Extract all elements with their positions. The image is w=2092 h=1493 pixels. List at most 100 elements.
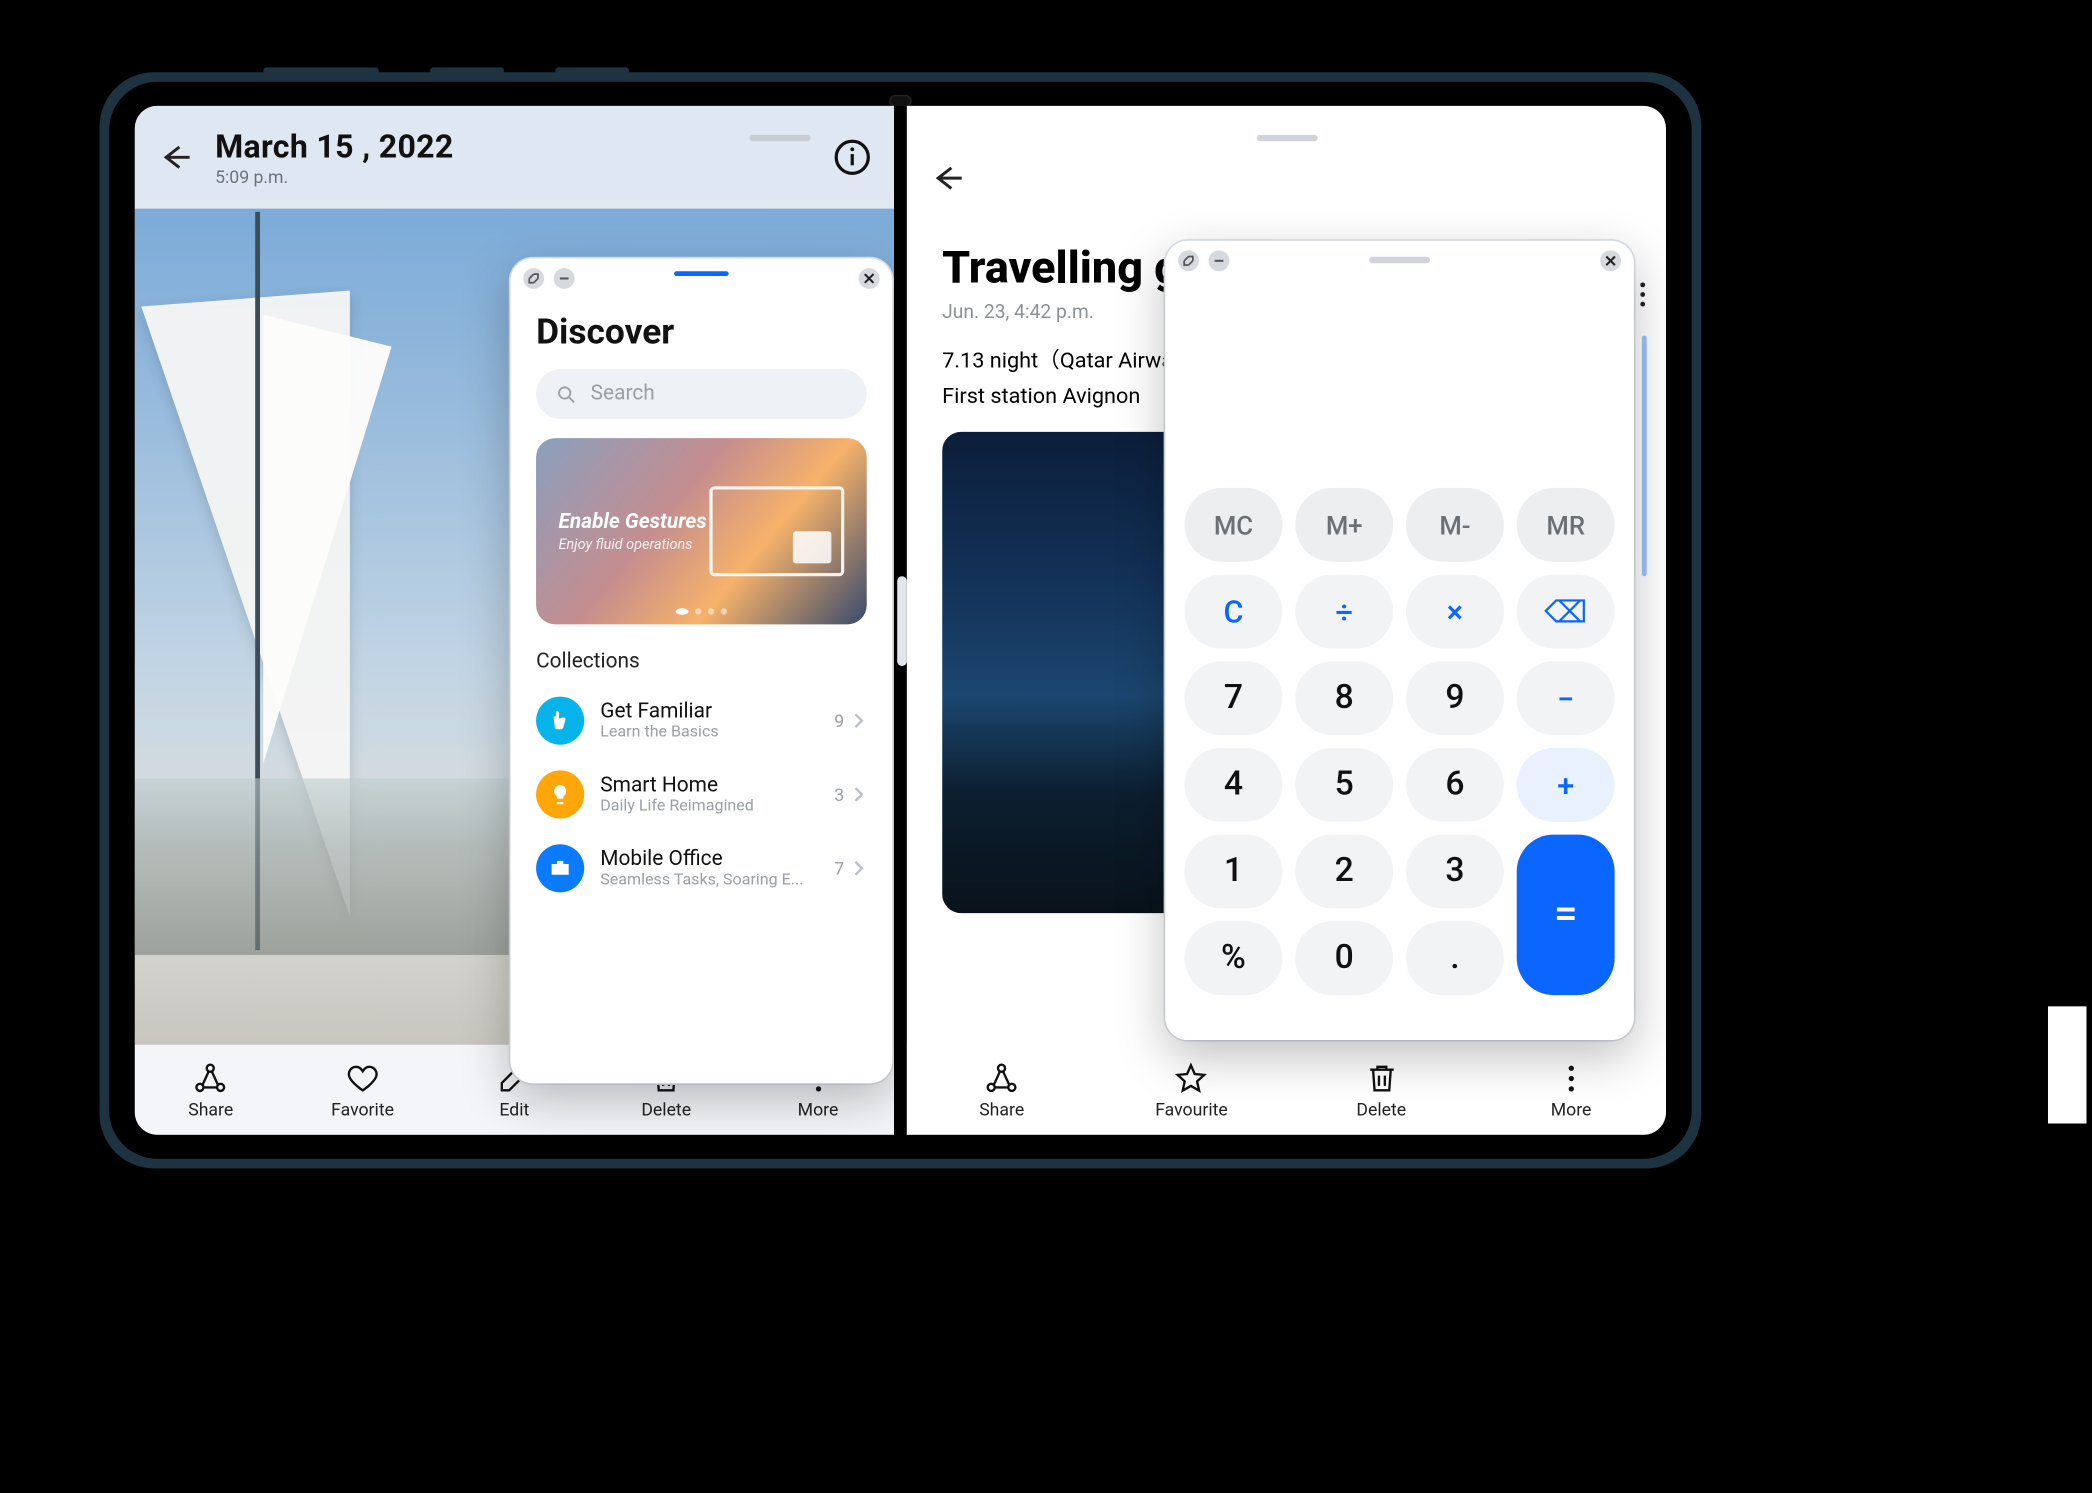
maximize-icon[interactable] (1178, 250, 1199, 271)
coll-subtitle: Learn the Basics (600, 724, 834, 742)
chevron-right-icon (851, 713, 867, 729)
key-clear[interactable]: C (1184, 575, 1282, 649)
trash-icon (1364, 1060, 1399, 1095)
key-5[interactable]: 5 (1295, 748, 1393, 822)
favourite-button[interactable]: Favourite (1097, 1045, 1287, 1135)
star-icon (1174, 1060, 1209, 1095)
key-mc[interactable]: MC (1184, 488, 1282, 562)
gallery-time: 5:09 p.m. (215, 167, 717, 188)
collections-label: Collections (536, 650, 867, 674)
calculator-floating-window[interactable]: MC M+ M- MR C ÷ × ⌫ 7 8 9 − 4 5 (1165, 241, 1634, 1040)
gallery-header: March 15 , 2022 5:09 p.m. (135, 106, 894, 209)
notes-side-controls (1640, 282, 1646, 576)
chevron-right-icon (851, 786, 867, 802)
more-label: More (798, 1099, 839, 1120)
share-label: Share (188, 1099, 233, 1120)
collection-item-smart-home[interactable]: Smart HomeDaily Life Reimagined 3 (536, 758, 867, 832)
tablet-screen: March 15 , 2022 5:09 p.m. Share Favorite (135, 106, 1666, 1135)
coll-count: 3 (834, 784, 844, 805)
maximize-icon[interactable] (523, 267, 544, 288)
share-button[interactable]: Share (135, 1045, 287, 1135)
share-label: Share (979, 1099, 1024, 1120)
hand-icon (536, 697, 584, 745)
search-icon (555, 383, 577, 405)
coll-title: Mobile Office (600, 847, 834, 871)
discover-floating-window[interactable]: Discover Search Enable Gestures Enjoy fl… (510, 258, 892, 1083)
key-divide[interactable]: ÷ (1295, 575, 1393, 649)
more-label: More (1551, 1099, 1592, 1120)
key-4[interactable]: 4 (1184, 748, 1282, 822)
key-1[interactable]: 1 (1184, 835, 1282, 909)
more-button[interactable]: More (1476, 1045, 1666, 1135)
key-9[interactable]: 9 (1406, 661, 1504, 735)
heart-icon (345, 1060, 380, 1095)
window-tab-indicator (674, 271, 729, 276)
chevron-right-icon (851, 860, 867, 876)
card-title: Enable Gestures (559, 510, 707, 534)
card-frame-icon (709, 486, 844, 576)
calc-drag-handle[interactable] (1369, 257, 1430, 263)
coll-subtitle: Seamless Tasks, Soaring E... (600, 872, 834, 890)
key-3[interactable]: 3 (1406, 835, 1504, 909)
decorative-card (2048, 1006, 2087, 1123)
coll-title: Smart Home (600, 774, 834, 798)
search-placeholder: Search (591, 382, 655, 406)
gallery-drag-handle[interactable] (750, 135, 811, 141)
bulb-icon (536, 770, 584, 818)
close-icon[interactable] (859, 267, 880, 288)
notes-app: Travelling gu Jun. 23, 4:42 p.m. 7.13 ni… (907, 106, 1666, 1135)
minimize-icon[interactable] (554, 267, 575, 288)
key-6[interactable]: 6 (1406, 748, 1504, 822)
collection-item-get-familiar[interactable]: Get FamiliarLearn the Basics 9 (536, 684, 867, 758)
back-arrow-icon[interactable] (157, 140, 192, 175)
discover-hero-card[interactable]: Enable Gestures Enjoy fluid operations (536, 438, 867, 624)
coll-title: Get Familiar (600, 700, 834, 724)
calculator-display (1165, 279, 1634, 488)
notes-drag-handle[interactable] (1256, 135, 1317, 141)
key-2[interactable]: 2 (1295, 835, 1393, 909)
delete-label: Delete (641, 1099, 691, 1120)
collection-item-mobile-office[interactable]: Mobile OfficeSeamless Tasks, Soaring E..… (536, 831, 867, 905)
gallery-app: March 15 , 2022 5:09 p.m. Share Favorite (135, 106, 894, 1135)
share-button[interactable]: Share (907, 1045, 1097, 1135)
key-mplus[interactable]: M+ (1295, 488, 1393, 562)
split-divider-handle[interactable] (897, 575, 907, 665)
key-8[interactable]: 8 (1295, 661, 1393, 735)
favorite-button[interactable]: Favorite (287, 1045, 439, 1135)
key-equals[interactable]: = (1517, 835, 1615, 996)
coll-subtitle: Daily Life Reimagined (600, 798, 834, 816)
key-plus[interactable]: + (1517, 748, 1615, 822)
coll-count: 7 (834, 858, 844, 879)
physical-buttons (263, 67, 629, 73)
search-input[interactable]: Search (536, 369, 867, 419)
key-7[interactable]: 7 (1184, 661, 1282, 735)
coll-count: 9 (834, 710, 844, 731)
key-minus[interactable]: − (1517, 661, 1615, 735)
info-icon[interactable] (833, 138, 872, 177)
favourite-label: Favourite (1155, 1099, 1228, 1120)
more-vertical-icon (1553, 1060, 1588, 1095)
window-titlebar[interactable] (1165, 241, 1634, 280)
minimize-icon[interactable] (1209, 250, 1230, 271)
key-dot[interactable]: . (1406, 921, 1504, 995)
more-vertical-icon[interactable] (1640, 282, 1646, 306)
window-titlebar[interactable] (510, 258, 892, 297)
key-percent[interactable]: % (1184, 921, 1282, 995)
key-multiply[interactable]: × (1406, 575, 1504, 649)
tablet-frame: March 15 , 2022 5:09 p.m. Share Favorite (100, 72, 1702, 1168)
edit-label: Edit (499, 1099, 529, 1120)
briefcase-icon (536, 844, 584, 892)
key-0[interactable]: 0 (1295, 921, 1393, 995)
card-subtitle: Enjoy fluid operations (559, 537, 707, 553)
gallery-date: March 15 , 2022 (215, 127, 717, 166)
delete-label: Delete (1356, 1099, 1406, 1120)
favorite-label: Favorite (331, 1099, 394, 1120)
notes-header (907, 106, 1666, 170)
delete-button[interactable]: Delete (1286, 1045, 1476, 1135)
close-icon[interactable] (1600, 250, 1621, 271)
key-mminus[interactable]: M- (1406, 488, 1504, 562)
key-backspace[interactable]: ⌫ (1517, 575, 1615, 649)
key-mr[interactable]: MR (1517, 488, 1615, 562)
share-icon (984, 1060, 1019, 1095)
back-arrow-icon[interactable] (929, 161, 964, 196)
